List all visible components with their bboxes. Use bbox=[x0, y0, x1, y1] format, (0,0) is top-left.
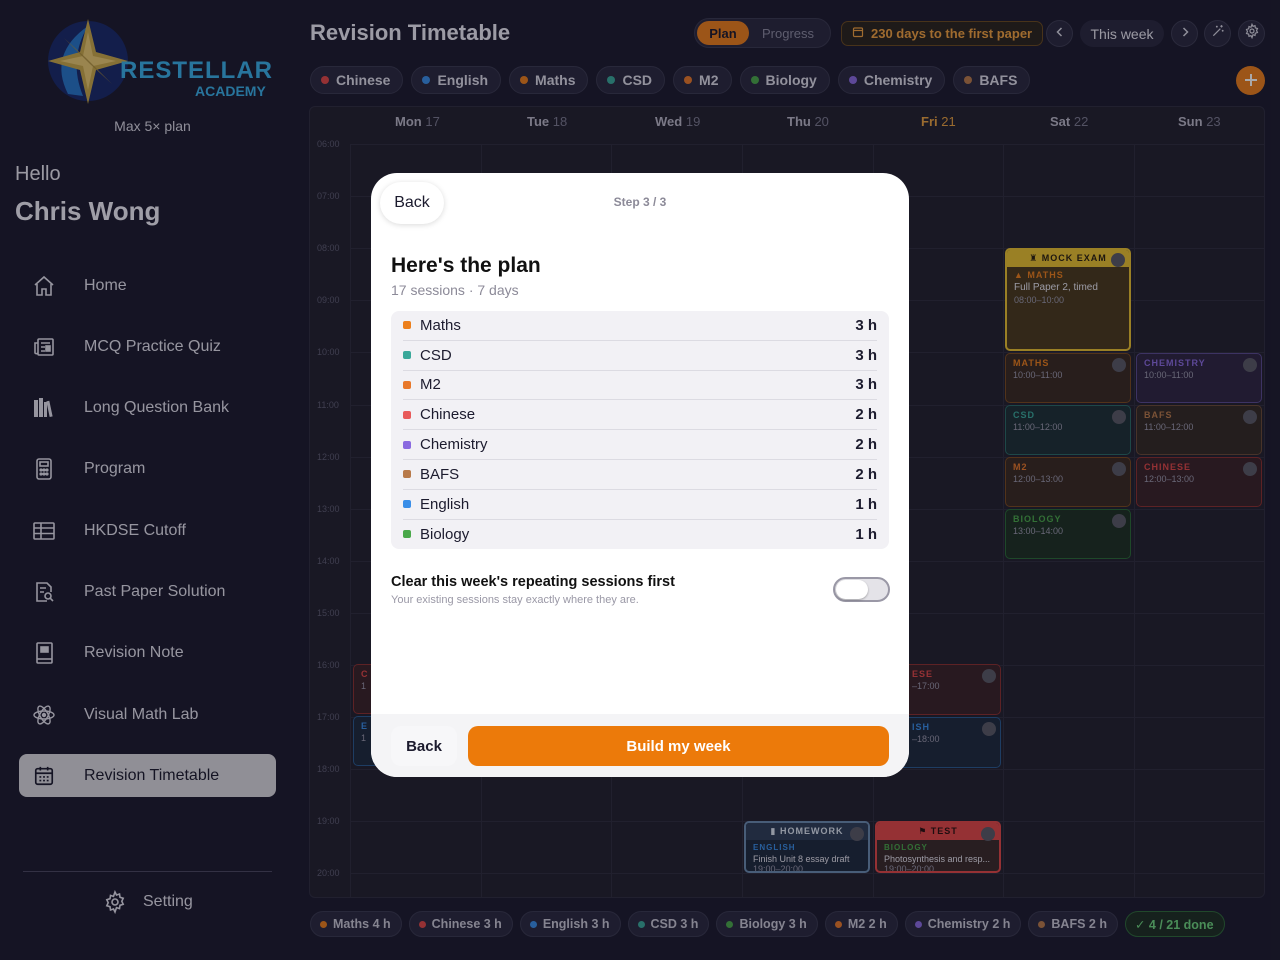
subject-swatch bbox=[403, 470, 411, 479]
build-my-week-button[interactable]: Build my week bbox=[468, 726, 889, 766]
subject-swatch bbox=[403, 530, 411, 539]
subject-swatch bbox=[403, 351, 411, 360]
subject-name: Chemistry bbox=[420, 436, 488, 454]
clear-sessions-toggle[interactable] bbox=[833, 577, 890, 602]
subject-name: BAFS bbox=[420, 465, 460, 483]
back-button-top[interactable]: Back bbox=[380, 182, 444, 224]
subject-name: Chinese bbox=[420, 406, 476, 424]
subject-name: M2 bbox=[420, 376, 441, 394]
list-item: English 1 h bbox=[403, 490, 877, 520]
plan-summary-list: Maths 3 h CSD 3 h M2 3 h Chinese 2 h Chemist… bbox=[391, 311, 889, 550]
subject-name: Maths bbox=[420, 316, 461, 334]
list-item: M2 3 h bbox=[403, 371, 877, 401]
subject-swatch bbox=[403, 440, 411, 449]
subject-hours: 2 h bbox=[855, 406, 877, 424]
clear-sessions-hint: Your existing sessions stay exactly wher… bbox=[391, 594, 639, 606]
subject-hours: 3 h bbox=[855, 376, 877, 394]
subject-swatch bbox=[403, 410, 411, 419]
list-item: CSD 3 h bbox=[403, 341, 877, 371]
subject-name: CSD bbox=[420, 346, 452, 364]
toggle-knob bbox=[836, 580, 868, 599]
list-item: Biology 1 h bbox=[403, 520, 877, 550]
modal-subtitle: 17 sessions · 7 days bbox=[391, 282, 519, 298]
list-item: Maths 3 h bbox=[403, 311, 877, 341]
subject-hours: 1 h bbox=[855, 525, 877, 543]
subject-swatch bbox=[403, 500, 411, 509]
subject-hours: 2 h bbox=[855, 436, 877, 454]
list-item: Chinese 2 h bbox=[403, 400, 877, 431]
list-item: Chemistry 2 h bbox=[403, 430, 877, 460]
list-item: BAFS 2 h bbox=[403, 460, 877, 490]
subject-swatch bbox=[403, 380, 411, 389]
clear-sessions-label: Clear this week's repeating sessions fir… bbox=[391, 574, 675, 590]
subject-name: English bbox=[420, 495, 470, 513]
subject-swatch bbox=[403, 321, 411, 330]
subject-name: Biology bbox=[420, 525, 470, 543]
subject-hours: 3 h bbox=[855, 346, 877, 364]
modal-title: Here's the plan bbox=[391, 254, 541, 277]
plan-wizard-modal: Step 3 / 3 Back Here's the plan 17 sessi… bbox=[371, 173, 909, 777]
step-indicator: Step 3 / 3 bbox=[613, 195, 667, 209]
subject-hours: 2 h bbox=[855, 465, 877, 483]
subject-hours: 1 h bbox=[855, 495, 877, 513]
back-button[interactable]: Back bbox=[391, 726, 457, 766]
subject-hours: 3 h bbox=[855, 316, 877, 334]
